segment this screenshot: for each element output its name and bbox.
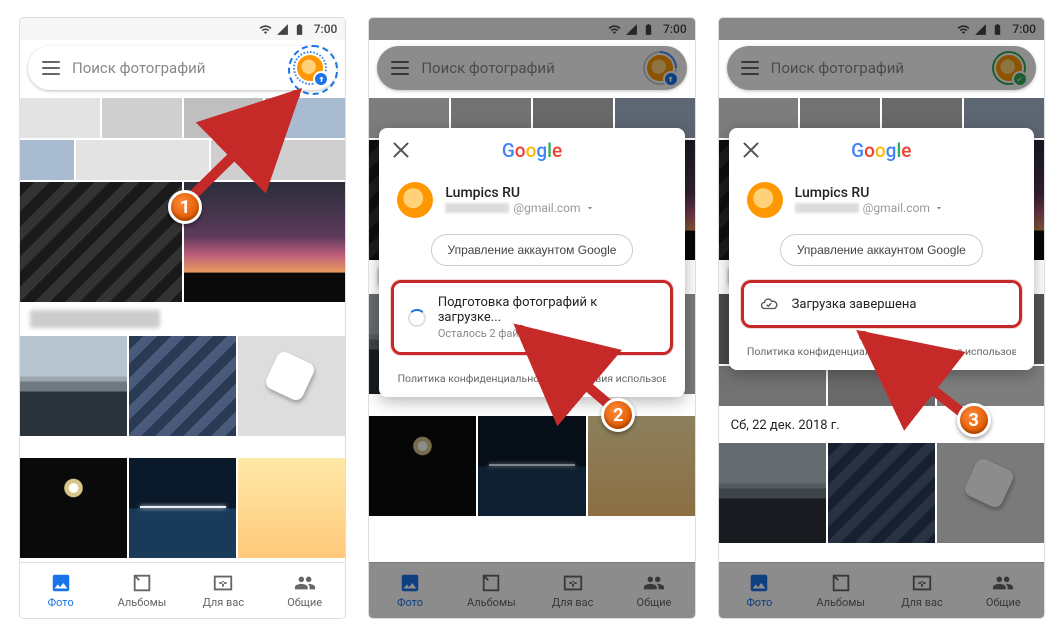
terms-link[interactable]: Условия использования [571,372,666,385]
manage-account-button[interactable]: Управление аккаунтом Google [780,234,983,266]
wifi-icon [957,23,970,36]
status-time: 7:00 [663,22,687,36]
cloud-done-icon [758,295,780,313]
account-avatar[interactable] [643,51,677,85]
account-avatar[interactable] [992,51,1026,85]
phone-screenshot-3: 7:00 Поиск фотографий Сб, 22 дек. 2018 г… [719,18,1044,618]
wifi-icon [259,23,272,36]
account-modal: Google Lumpics RU @gmail.com Управление … [379,128,684,397]
step-badge-3: 3 [957,403,991,437]
account-modal: Google Lumpics RU @gmail.com Управление … [729,128,1034,370]
step-badge-1: 1 [168,190,202,224]
bottom-nav: Фото Альбомы Для вас Общие [719,562,1044,618]
upload-badge-icon [663,71,679,87]
phone-screenshot-2: 7:00 Поиск фотографий Фото Альбомы Для в… [369,18,694,618]
upload-status-card[interactable]: Подготовка фотографий к загрузке... Оста… [391,280,672,355]
modal-footer-links: Политика конфиденциальности • Условия ис… [379,359,684,389]
account-name: Lumpics RU [445,185,594,201]
bottom-nav: Фото Альбомы Для вас Общие [369,562,694,618]
nav-albums[interactable]: Альбомы [800,563,881,618]
manage-account-button[interactable]: Управление аккаунтом Google [431,234,634,266]
upload-status-card[interactable]: Загрузка завершена [741,280,1022,328]
for-you-icon [212,572,234,594]
search-bar[interactable]: Поиск фотографий [727,46,1036,90]
status-title: Подготовка фотографий к загрузке... [438,295,656,325]
status-subtitle: Осталось 2 файла [438,327,656,340]
chevron-down-icon [585,203,595,213]
nav-albums[interactable]: Альбомы [101,563,182,618]
nav-photos[interactable]: Фото [719,563,800,618]
shared-icon [294,572,316,594]
chevron-down-icon [934,203,944,213]
terms-link[interactable]: Условия использования [921,345,1016,358]
photos-icon [50,572,72,594]
account-avatar-large [747,182,783,218]
status-time: 7:00 [1012,22,1036,36]
status-bar: 7:00 [719,18,1044,40]
account-email: @gmail.com [445,201,594,215]
account-row[interactable]: Lumpics RU @gmail.com [729,172,1034,228]
menu-icon[interactable] [391,61,409,75]
status-title: Загрузка завершена [792,297,917,312]
nav-photos[interactable]: Фото [369,563,450,618]
nav-albums[interactable]: Альбомы [451,563,532,618]
nav-for-you[interactable]: Для вас [183,563,264,618]
battery-icon [642,23,655,36]
status-bar: 7:00 [20,18,345,40]
search-bar[interactable]: Поиск фотографий [377,46,686,90]
nav-for-you[interactable]: Для вас [532,563,613,618]
search-placeholder: Поиск фотографий [771,59,980,77]
privacy-link[interactable]: Политика конфиденциальности [747,345,905,358]
menu-icon[interactable] [741,61,759,75]
account-email: @gmail.com [795,201,944,215]
close-icon[interactable] [741,140,761,160]
account-avatar-large [397,182,433,218]
signal-icon [625,23,638,36]
spinner-icon [408,309,426,327]
search-placeholder: Поиск фотографий [72,59,281,77]
status-time: 7:00 [314,22,338,36]
status-bar: 7:00 [369,18,694,40]
close-icon[interactable] [391,140,411,160]
avatar-highlight-ring [288,45,338,95]
search-placeholder: Поиск фотографий [421,59,630,77]
google-logo: Google [502,139,562,162]
done-badge-icon [1012,71,1028,87]
google-logo: Google [851,139,911,162]
section-header-blurred [30,310,160,328]
nav-for-you[interactable]: Для вас [881,563,962,618]
date-section-label: Сб, 22 дек. 2018 г. [719,408,1044,443]
wifi-icon [608,23,621,36]
albums-icon [131,572,153,594]
privacy-link[interactable]: Политика конфиденциальности [398,372,556,385]
nav-shared[interactable]: Общие [963,563,1044,618]
menu-icon[interactable] [42,61,60,75]
signal-icon [974,23,987,36]
account-name: Lumpics RU [795,185,944,201]
nav-shared[interactable]: Общие [613,563,694,618]
battery-icon [293,23,306,36]
bottom-nav: Фото Альбомы Для вас Общие [20,562,345,618]
nav-shared[interactable]: Общие [264,563,345,618]
nav-photos[interactable]: Фото [20,563,101,618]
modal-footer-links: Политика конфиденциальности • Условия ис… [729,332,1034,362]
phone-screenshot-1: 7:00 Поиск фотографий [20,18,345,618]
battery-icon [991,23,1004,36]
signal-icon [276,23,289,36]
account-row[interactable]: Lumpics RU @gmail.com [379,172,684,228]
photo-grid[interactable]: Пт, 21 дек. 2018 г. [20,98,345,578]
